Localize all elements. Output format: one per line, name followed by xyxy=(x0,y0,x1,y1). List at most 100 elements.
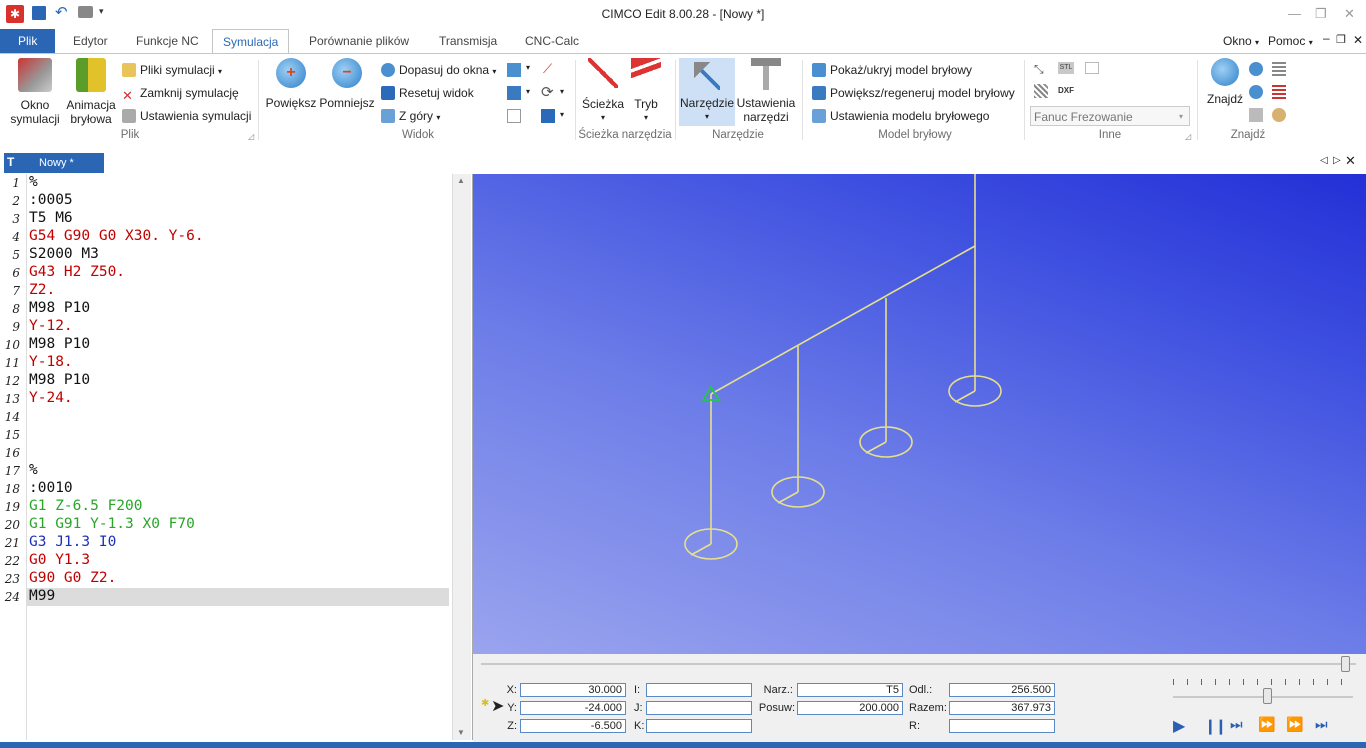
pause-icon[interactable]: ❙❙ xyxy=(1204,717,1227,735)
code-line[interactable]: Y-12. xyxy=(29,318,73,334)
code-line[interactable]: M98 P10 xyxy=(29,336,90,352)
powieksz-button[interactable]: + Powiększ xyxy=(265,58,317,110)
nc-code-editor[interactable]: 1 2 3 4 5 6 7 8 9 10 11 12 13 14 15 16 17 18 19 20 21 22 23 24 … xyxy=(0,174,473,740)
close-document-icon[interactable]: ✕ xyxy=(1345,153,1356,169)
rotate-dropdown-icon[interactable]: ▾ xyxy=(560,87,564,96)
code-line[interactable]: M98 P10 xyxy=(29,372,90,388)
run-to-cursor-icon[interactable]: ⏩ xyxy=(1258,716,1275,733)
ustawienia-modelu-button[interactable]: Ustawienia modelu bryłowego xyxy=(812,109,989,123)
code-line[interactable]: G3 J1.3 I0 xyxy=(29,534,116,550)
pomoc-menu[interactable]: Pomoc ▾ xyxy=(1268,34,1313,48)
code-line[interactable]: % xyxy=(29,174,38,190)
tab-transmisja[interactable]: Transmisja xyxy=(429,29,507,53)
run-to-end-icon[interactable]: ⏭ xyxy=(1315,716,1328,733)
stl-export-icon[interactable]: STL xyxy=(1058,62,1074,74)
group-label-inne: Inne xyxy=(1098,129,1122,141)
code-line[interactable]: :0010 xyxy=(29,480,73,496)
find-previous-icon[interactable] xyxy=(1249,85,1263,99)
scroll-down-icon[interactable]: ▼ xyxy=(457,728,465,737)
wireframe-icon[interactable] xyxy=(507,109,521,123)
close-icon[interactable]: ✕ xyxy=(1344,6,1355,22)
code-line[interactable]: G54 G90 G0 X30. Y-6. xyxy=(29,228,204,244)
shaded-cube-icon[interactable] xyxy=(541,109,555,123)
play-icon[interactable]: ▶ xyxy=(1173,716,1185,736)
measure-icon[interactable]: ⟋ xyxy=(543,61,552,77)
code-line[interactable]: G1 Z-6.5 F200 xyxy=(29,498,143,514)
ribbon-minimize-icon[interactable]: – xyxy=(1323,31,1330,45)
tab-scroll-left-icon[interactable]: ◁ xyxy=(1320,155,1328,166)
code-line[interactable]: M98 P10 xyxy=(29,300,90,316)
goto-line-icon[interactable] xyxy=(1249,108,1263,122)
speed-slider-thumb[interactable] xyxy=(1262,688,1272,704)
timeline-track[interactable] xyxy=(481,663,1356,665)
view-iso-dropdown-icon[interactable]: ▾ xyxy=(526,87,530,96)
sciezka-button[interactable]: Ścieżka ▾ xyxy=(580,58,626,125)
machine-select[interactable]: Fanuc Frezowanie ▾ xyxy=(1030,106,1190,126)
ribbon-close-icon[interactable]: ✕ xyxy=(1353,33,1363,47)
zamknij-symulacje-button[interactable]: ✕ Zamknij symulację xyxy=(122,86,239,103)
minimize-icon[interactable]: — xyxy=(1288,6,1301,21)
simulation-viewport[interactable] xyxy=(473,174,1366,654)
okno-menu[interactable]: Okno ▾ xyxy=(1223,34,1259,48)
code-line[interactable]: Y-18. xyxy=(29,354,73,370)
code-line[interactable]: G0 Y1.3 xyxy=(29,552,90,568)
ribbon-restore-icon[interactable]: ❐ xyxy=(1336,33,1346,46)
code-line[interactable]: M99 xyxy=(29,588,55,604)
find-next-icon[interactable] xyxy=(1249,62,1263,76)
animacja-brylowa-button[interactable]: Animacja bryłowa xyxy=(63,58,119,126)
code-line[interactable]: Y-24. xyxy=(29,390,73,406)
z-gory-button[interactable]: Z góry ▾ xyxy=(381,109,440,123)
okno-symulacji-button[interactable]: Okno symulacji xyxy=(6,58,64,126)
tab-porownanie-plikow[interactable]: Porównanie plików xyxy=(299,29,419,53)
view-cube-icon[interactable] xyxy=(507,63,521,77)
document-tab[interactable]: T Nowy * xyxy=(4,153,104,173)
view-cube-dropdown-icon[interactable]: ▾ xyxy=(526,63,530,72)
razem-label: Razem: xyxy=(909,702,947,714)
grid-icon[interactable] xyxy=(1034,84,1048,98)
code-line[interactable]: T5 M6 xyxy=(29,210,73,226)
powieksz-regeneruj-model-button[interactable]: Powiększ/regeneruj model bryłowy xyxy=(812,86,1015,100)
resetuj-widok-button[interactable]: Resetuj widok xyxy=(381,86,474,100)
dxf-export-icon[interactable]: DXF xyxy=(1058,84,1074,97)
tab-symulacja[interactable]: Symulacja xyxy=(212,29,290,54)
ustawienia-symulacji-button[interactable]: Ustawienia symulacji xyxy=(122,109,251,123)
pomniejsz-button[interactable]: − Pomniejsz xyxy=(319,58,375,110)
vertical-scrollbar[interactable]: ▲ ▼ xyxy=(452,174,471,740)
replace-icon[interactable] xyxy=(1272,85,1286,99)
window-icon[interactable] xyxy=(1085,62,1099,74)
tab-funkcje-nc[interactable]: Funkcje NC xyxy=(126,29,209,53)
view-iso-icon[interactable] xyxy=(507,86,521,100)
pokaz-ukryj-model-button[interactable]: Pokaż/ukryj model bryłowy xyxy=(812,63,972,77)
tab-plik[interactable]: Plik xyxy=(0,29,56,53)
tab-edytor[interactable]: Edytor xyxy=(63,29,118,53)
find-in-list-icon[interactable] xyxy=(1272,62,1286,76)
restore-icon[interactable]: ❐ xyxy=(1315,6,1327,22)
code-line[interactable]: % xyxy=(29,462,38,478)
code-line[interactable]: G90 G0 Z2. xyxy=(29,570,116,586)
resize-icon[interactable]: ⤡ xyxy=(1034,62,1044,77)
znajdz-button[interactable]: Znajdź xyxy=(1203,58,1247,106)
scroll-up-icon[interactable]: ▲ xyxy=(457,176,465,185)
timeline-slider-thumb[interactable] xyxy=(1340,656,1350,672)
shaded-dropdown-icon[interactable]: ▾ xyxy=(560,110,564,119)
tab-cnc-calc[interactable]: CNC-Calc xyxy=(515,29,589,53)
nc-file-icon: T xyxy=(7,155,15,169)
tryb-button[interactable]: Tryb ▾ xyxy=(626,58,666,125)
tab-scroll-right-icon[interactable]: ▷ xyxy=(1333,155,1341,166)
dopasuj-do-okna-button[interactable]: Dopasuj do okna ▾ xyxy=(381,63,496,77)
code-line[interactable]: S2000 M3 xyxy=(29,246,99,262)
step-forward-icon[interactable]: ⏭ xyxy=(1230,716,1243,733)
code-line[interactable]: :0005 xyxy=(29,192,73,208)
rotate-icon[interactable]: ⟳ xyxy=(541,83,554,101)
code-line[interactable]: G1 G91 Y-1.3 X0 F70 xyxy=(29,516,195,532)
code-line[interactable]: Z2. xyxy=(29,282,55,298)
powieksz-model-label: Powiększ/regeneruj model bryłowy xyxy=(830,86,1015,100)
narzedzie-button[interactable]: Narzędzie ▾ xyxy=(679,58,735,126)
step-z-icon[interactable]: ⏩ xyxy=(1286,716,1303,733)
compass-icon[interactable] xyxy=(1272,108,1286,122)
plik-group-launcher-icon[interactable]: ◿ xyxy=(248,132,254,141)
code-line[interactable]: G43 H2 Z50. xyxy=(29,264,125,280)
inne-group-launcher-icon[interactable]: ◿ xyxy=(1185,132,1191,141)
ustawienia-narzedzi-button[interactable]: Ustawienia narzędzi xyxy=(736,58,796,124)
pliki-symulacji-button[interactable]: Pliki symulacji ▾ xyxy=(122,63,222,77)
